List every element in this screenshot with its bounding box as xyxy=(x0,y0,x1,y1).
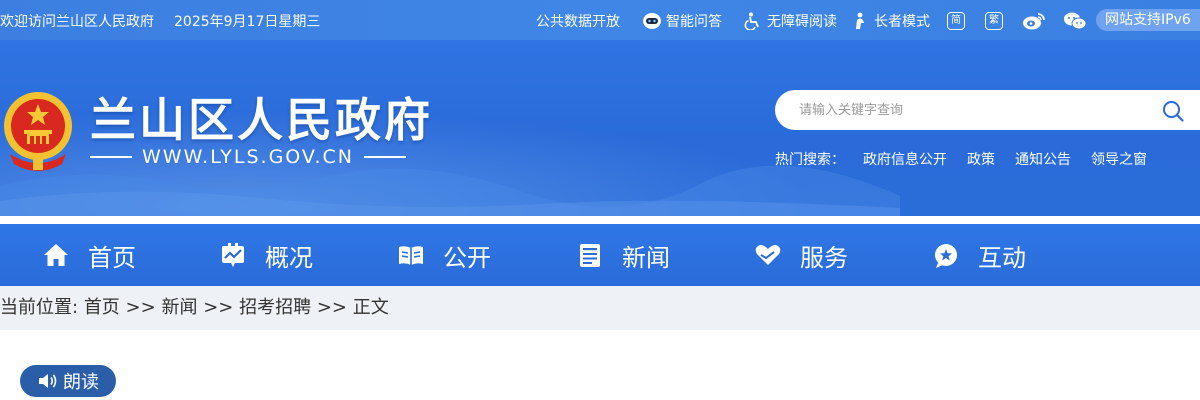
read-aloud-button[interactable]: 朗读 xyxy=(20,365,116,397)
nav-label-service: 服务 xyxy=(800,243,848,272)
accessible-reading-label: 无障碍阅读 xyxy=(767,14,837,30)
site-url: WWW.LYLS.GOV.CN xyxy=(90,146,406,168)
ipv6-badge: 网站支持IPv6 xyxy=(1096,9,1200,31)
site-title: 兰山区人民政府 xyxy=(90,93,433,147)
nav-gap xyxy=(0,216,1200,224)
weibo-icon[interactable] xyxy=(1022,11,1046,31)
nav-label-public: 公开 xyxy=(443,243,491,272)
nav-label-news: 新闻 xyxy=(622,243,670,272)
smart-qa-link[interactable]: 智能问答 xyxy=(642,11,722,31)
robot-icon xyxy=(643,13,661,29)
breadcrumb-recruitment[interactable]: 招考招聘 xyxy=(239,297,311,318)
hot-link-policy[interactable]: 政策 xyxy=(967,149,995,169)
accessible-reading-link[interactable]: 无障碍阅读 xyxy=(743,11,837,31)
elder-mode-link[interactable]: 长者模式 xyxy=(850,11,930,31)
nav-item-interact[interactable]: 互动 xyxy=(932,224,1026,286)
elder-mode-label: 长者模式 xyxy=(874,14,930,30)
simplified-chinese-button[interactable]: 简 xyxy=(947,12,965,30)
url-left-dash xyxy=(90,156,132,158)
url-right-dash xyxy=(363,156,406,158)
breadcrumb-separator: >> xyxy=(203,297,234,318)
traditional-chinese-button[interactable]: 繁 xyxy=(985,12,1003,30)
breadcrumb-current: 正文 xyxy=(352,297,389,318)
wheelchair-icon xyxy=(744,12,759,30)
nav-item-service[interactable]: 服务 xyxy=(754,224,848,286)
read-aloud-label: 朗读 xyxy=(63,372,99,393)
nav-label-home: 首页 xyxy=(88,243,136,272)
search-icon[interactable] xyxy=(1161,99,1185,123)
breadcrumb-news[interactable]: 新闻 xyxy=(161,297,197,318)
nav-item-overview[interactable]: 概况 xyxy=(219,224,313,286)
nav-item-home[interactable]: 首页 xyxy=(42,224,136,286)
open-data-label: 公共数据开放 xyxy=(536,14,620,30)
welcome-text: 欢迎访问兰山区人民政府 xyxy=(0,14,154,30)
page: 欢迎访问兰山区人民政府 2025年9月17日星期三 公共数据开放 智能问答 无障… xyxy=(0,0,1200,400)
wechat-icon[interactable] xyxy=(1063,11,1087,31)
nav-label-interact: 互动 xyxy=(978,243,1026,272)
breadcrumb-prefix: 当前位置: xyxy=(0,297,79,318)
site-url-text: WWW.LYLS.GOV.CN xyxy=(142,146,354,168)
hot-search-label: 热门搜索： xyxy=(775,152,845,168)
breadcrumb-separator: >> xyxy=(316,297,347,318)
nav-item-public[interactable]: 公开 xyxy=(397,224,491,286)
hot-link-gov-info[interactable]: 政府信息公开 xyxy=(863,149,947,169)
search-box xyxy=(775,90,1200,130)
header-banner: 兰山区人民政府 WWW.LYLS.GOV.CN 热门搜索： 政府信息公开 政策 … xyxy=(0,40,1200,216)
news-icon xyxy=(580,244,600,267)
hot-search: 热门搜索： 政府信息公开 政策 通知公告 领导之窗 xyxy=(775,149,1167,169)
search-input[interactable] xyxy=(799,90,1159,130)
hot-link-leaders[interactable]: 领导之窗 xyxy=(1091,149,1147,169)
nav-item-news[interactable]: 新闻 xyxy=(576,224,670,286)
breadcrumb-separator: >> xyxy=(125,297,156,318)
speaker-icon xyxy=(39,374,57,388)
breadcrumb-home[interactable]: 首页 xyxy=(84,297,120,318)
book-icon xyxy=(399,246,423,265)
breadcrumb: 当前位置: 首页 >> 新闻 >> 招考招聘 >> 正文 xyxy=(0,286,1200,330)
nav-label-overview: 概况 xyxy=(265,243,313,272)
national-emblem-icon xyxy=(4,92,72,171)
date-text: 2025年9月17日星期三 xyxy=(174,14,321,30)
open-data-link[interactable]: 公共数据开放 xyxy=(536,11,620,31)
elder-icon xyxy=(856,12,864,29)
top-utility-bar: 欢迎访问兰山区人民政府 2025年9月17日星期三 公共数据开放 智能问答 无障… xyxy=(0,0,1200,40)
overview-icon xyxy=(222,243,244,267)
main-nav: 首页 概况 公开 新闻 服务 互动 xyxy=(0,224,1200,286)
home-icon xyxy=(44,244,68,266)
heart-hands-icon xyxy=(755,245,781,265)
smart-qa-label: 智能问答 xyxy=(666,14,722,30)
chat-icon xyxy=(935,244,957,268)
hot-link-notice[interactable]: 通知公告 xyxy=(1015,149,1071,169)
